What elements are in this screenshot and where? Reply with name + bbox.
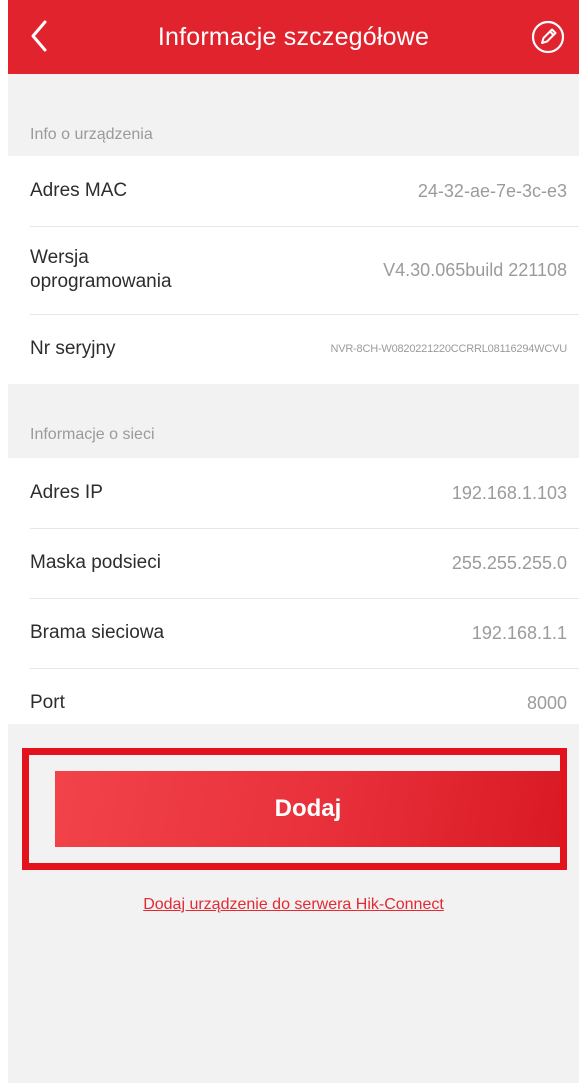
row-value: 8000 — [526, 692, 567, 713]
section-label: Informacje o sieci — [30, 426, 155, 443]
section-label: Info o urządzenia — [30, 126, 153, 143]
row-label: Wersja oprogramowania — [30, 247, 172, 292]
row-value: 192.168.1.103 — [451, 482, 567, 503]
row-label: Nr seryjny — [30, 338, 116, 359]
row-label: Brama sieciowa — [30, 622, 165, 643]
row-firmware-version: Wersja oprogramowania V4.30.065build 221… — [8, 226, 579, 314]
add-to-hik-connect-link[interactable]: Dodaj urządzenie do serwera Hik-Connect — [8, 896, 579, 914]
row-subnet-mask: Maska podsieci 255.255.255.0 — [8, 528, 579, 598]
chevron-left-icon — [31, 20, 47, 52]
network-info-list: Adres IP 192.168.1.103 Maska podsieci 25… — [8, 458, 579, 738]
row-value: 24-32-ae-7e-3c-e3 — [417, 180, 567, 201]
section-header-device-info: Info o urządzenia — [8, 74, 579, 156]
row-label: Maska podsieci — [30, 552, 161, 573]
row-value: V4.30.065build 221108 — [383, 259, 567, 280]
edit-button[interactable] — [531, 20, 565, 54]
row-value: 255.255.255.0 — [451, 552, 567, 573]
row-value: 192.168.1.1 — [471, 622, 567, 643]
row-label: Port — [30, 692, 65, 713]
row-label: Adres MAC — [30, 180, 128, 201]
row-value: NVR-8CH-W0820221220CCRRL08116294WCVU — [330, 343, 567, 355]
row-mac-address: Adres MAC 24-32-ae-7e-3c-e3 — [8, 156, 579, 226]
row-label: Adres IP — [30, 482, 103, 503]
highlight-frame: Dodaj — [22, 748, 567, 870]
page-title: Informacje szczegółowe — [157, 22, 430, 51]
row-serial-number: Nr seryjny NVR-8CH-W0820221220CCRRL08116… — [8, 314, 579, 384]
add-button[interactable]: Dodaj — [55, 771, 561, 847]
section-header-network-info: Informacje o sieci — [8, 384, 579, 458]
back-button[interactable] — [22, 16, 56, 56]
row-gateway: Brama sieciowa 192.168.1.1 — [8, 598, 579, 668]
edit-pencil-icon — [531, 20, 565, 54]
top-app-bar: Informacje szczegółowe — [8, 0, 579, 74]
device-info-list: Adres MAC 24-32-ae-7e-3c-e3 Wersja oprog… — [8, 156, 579, 384]
action-area: Dodaj Dodaj urządzenie do serwera Hik-Co… — [8, 724, 579, 1083]
details-content: Info o urządzenia Adres MAC 24-32-ae-7e-… — [8, 74, 579, 1083]
row-ip-address: Adres IP 192.168.1.103 — [8, 458, 579, 528]
